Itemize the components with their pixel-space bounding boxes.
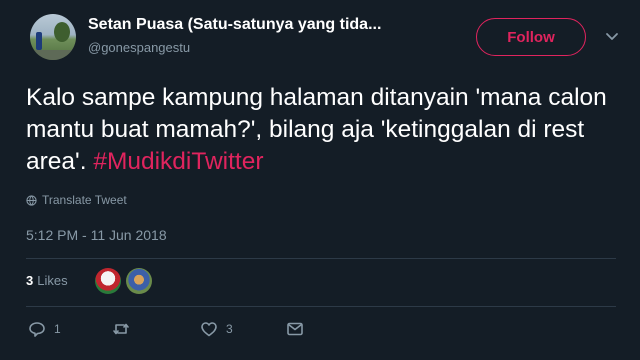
user-handle[interactable]: @gonespangestu — [88, 40, 190, 55]
reply-button[interactable]: 1 — [28, 320, 61, 338]
message-icon — [287, 322, 303, 336]
translate-tweet[interactable]: Translate Tweet — [26, 193, 127, 207]
divider — [26, 258, 616, 259]
translate-label: Translate Tweet — [42, 193, 127, 207]
tweet-card: Setan Puasa (Satu-satunya yang tida... @… — [0, 0, 640, 360]
follow-button[interactable]: Follow — [476, 18, 586, 56]
liker-avatar[interactable] — [126, 268, 152, 294]
reply-icon — [29, 322, 45, 337]
timestamp[interactable]: 5:12 PM - 11 Jun 2018 — [26, 227, 167, 243]
tweet-text: Kalo sampe kampung halaman ditanyain 'ma… — [26, 82, 616, 178]
caret-down-icon[interactable] — [604, 28, 620, 44]
avatar-tree — [54, 22, 70, 42]
like-icon — [201, 322, 217, 337]
likes-label: Likes — [37, 273, 68, 288]
retweet-button[interactable] — [112, 320, 130, 338]
liker-avatar[interactable] — [95, 268, 121, 294]
like-count: 3 — [226, 322, 233, 336]
likes-stat[interactable]: 3 Likes — [26, 273, 68, 288]
avatar[interactable] — [30, 14, 76, 60]
globe-icon — [26, 194, 37, 206]
hashtag-link[interactable]: #MudikdiTwitter — [93, 148, 263, 175]
like-button[interactable]: 3 — [200, 320, 233, 338]
reply-count: 1 — [54, 322, 61, 336]
retweet-icon — [113, 323, 129, 335]
avatar-ground — [30, 50, 76, 60]
display-name[interactable]: Setan Puasa (Satu-satunya yang tida... — [88, 16, 381, 34]
avatar-figure — [36, 32, 42, 50]
likes-count: 3 — [26, 273, 34, 288]
direct-message-button[interactable] — [286, 320, 304, 338]
divider — [26, 306, 616, 307]
